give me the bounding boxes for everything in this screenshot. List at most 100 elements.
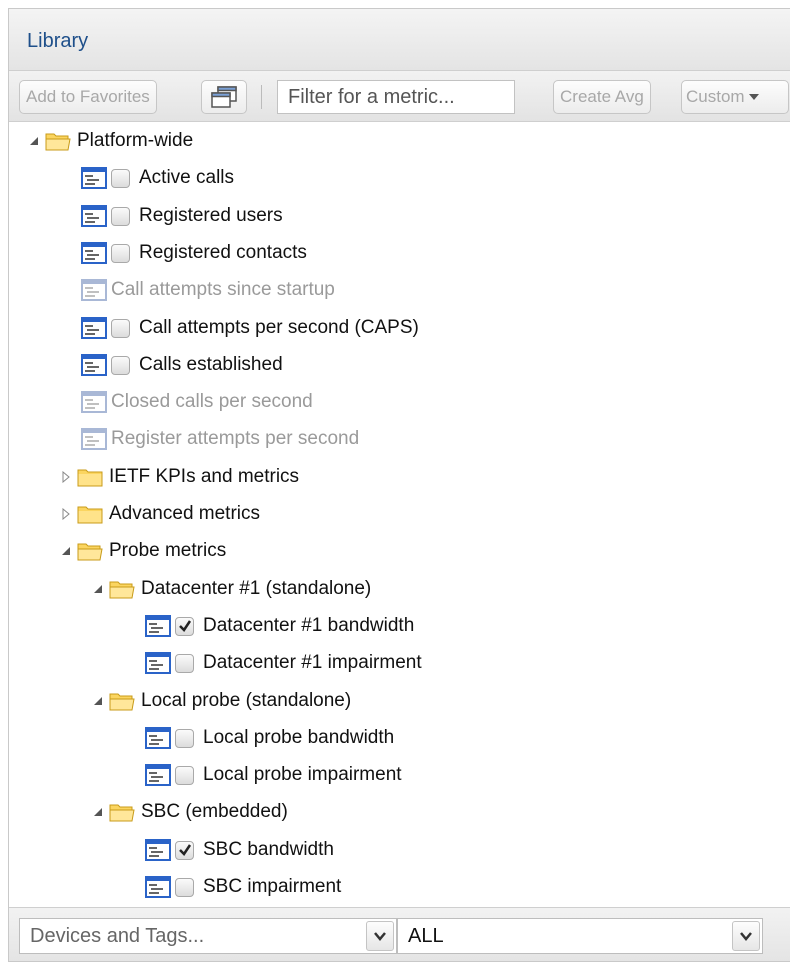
checked-checkbox[interactable] bbox=[175, 616, 194, 636]
tree-metric-node[interactable]: SBC bandwidth bbox=[145, 832, 334, 868]
caret-down-icon bbox=[748, 94, 759, 100]
checkmark-icon bbox=[178, 844, 191, 856]
tree-metric-node[interactable]: SBC impairment bbox=[145, 869, 341, 905]
metric-list-icon bbox=[81, 354, 107, 376]
metric-label: Active calls bbox=[139, 167, 235, 188]
tree-folder-node[interactable]: Advanced metrics bbox=[59, 496, 260, 532]
metric-label: Local probe bandwidth bbox=[203, 727, 395, 748]
metric-label: Register attempts per second bbox=[111, 428, 360, 449]
custom-button-label: Custom bbox=[686, 87, 745, 106]
checkbox[interactable] bbox=[175, 765, 194, 785]
folder-icon bbox=[77, 469, 103, 487]
checkbox[interactable] bbox=[111, 206, 130, 226]
metric-label: Local probe impairment bbox=[203, 764, 402, 785]
library-toolbar: Add to Favorites Create Avg Custom bbox=[9, 71, 790, 122]
collapsed-triangle-icon[interactable] bbox=[59, 507, 73, 521]
open-folder-icon bbox=[109, 804, 135, 822]
tree-folder-node[interactable]: Probe metrics bbox=[59, 533, 226, 569]
tree-folder-node[interactable]: Datacenter #1 (standalone) bbox=[91, 571, 371, 607]
folder-label: IETF KPIs and metrics bbox=[109, 466, 300, 487]
expanded-triangle-icon[interactable] bbox=[91, 694, 105, 708]
tree-metric-node[interactable]: Call attempts per second (CAPS) bbox=[81, 310, 419, 346]
metric-list-icon bbox=[145, 727, 171, 749]
metric-list-icon bbox=[145, 615, 171, 637]
metric-label: Registered users bbox=[139, 205, 283, 226]
tree-metric-node[interactable]: Registered users bbox=[81, 198, 283, 234]
checkbox[interactable] bbox=[111, 243, 130, 263]
custom-menu-button[interactable]: Custom bbox=[681, 80, 789, 114]
chevron-down-icon bbox=[740, 932, 752, 941]
metric-list-icon bbox=[145, 652, 171, 674]
metric-label: SBC impairment bbox=[203, 876, 342, 897]
tree-metric-node[interactable]: Calls established bbox=[81, 347, 283, 383]
checkbox[interactable] bbox=[111, 318, 130, 338]
checkmark-icon bbox=[178, 620, 191, 632]
metric-label: Datacenter #1 bandwidth bbox=[203, 615, 415, 636]
open-folder-icon bbox=[109, 581, 135, 599]
scope-value: ALL bbox=[408, 925, 444, 947]
folder-label: Advanced metrics bbox=[109, 503, 261, 524]
tree-folder-node[interactable]: IETF KPIs and metrics bbox=[59, 459, 299, 495]
scope-dropdown-button[interactable] bbox=[732, 921, 760, 951]
expanded-triangle-icon[interactable] bbox=[91, 805, 105, 819]
tree-metric-node[interactable]: Datacenter #1 bandwidth bbox=[145, 608, 414, 644]
chevron-down-icon bbox=[374, 932, 386, 941]
create-avg-button[interactable]: Create Avg bbox=[553, 80, 651, 114]
toolbar-separator bbox=[261, 85, 262, 109]
folder-label: Local probe (standalone) bbox=[141, 690, 352, 711]
metric-filter-input[interactable] bbox=[277, 80, 515, 114]
metric-list-icon bbox=[81, 428, 107, 450]
tree-metric-node[interactable]: Register attempts per second bbox=[81, 421, 359, 457]
expanded-triangle-icon[interactable] bbox=[59, 544, 73, 558]
tree-metric-node[interactable]: Registered contacts bbox=[81, 235, 307, 271]
tree-metric-node[interactable]: Local probe bandwidth bbox=[145, 720, 394, 756]
tree-folder-node[interactable]: Local probe (standalone) bbox=[91, 683, 351, 719]
scope-select[interactable]: ALL bbox=[397, 918, 763, 954]
checkbox[interactable] bbox=[111, 355, 130, 375]
open-folder-icon bbox=[77, 543, 103, 561]
collapsed-triangle-icon[interactable] bbox=[59, 470, 73, 484]
folder-label: SBC (embedded) bbox=[141, 801, 288, 822]
metric-list-icon bbox=[145, 839, 171, 861]
metric-label: SBC bandwidth bbox=[203, 839, 334, 860]
checkbox[interactable] bbox=[175, 653, 194, 673]
devices-tags-placeholder: Devices and Tags... bbox=[30, 925, 205, 947]
windows-icon bbox=[211, 86, 237, 108]
devices-dropdown-button[interactable] bbox=[366, 921, 394, 951]
metric-label: Registered contacts bbox=[139, 242, 307, 263]
folder-icon bbox=[77, 506, 103, 524]
folder-label: Datacenter #1 (standalone) bbox=[141, 578, 372, 599]
expanded-triangle-icon[interactable] bbox=[91, 582, 105, 596]
metric-label: Closed calls per second bbox=[111, 391, 313, 412]
library-panel: Library Add to Favorites Create Avg Cust… bbox=[8, 8, 790, 962]
multi-window-button[interactable] bbox=[201, 80, 247, 114]
tree-metric-node[interactable]: Datacenter #1 impairment bbox=[145, 645, 422, 681]
metric-list-icon bbox=[81, 167, 107, 189]
metric-list-icon bbox=[81, 242, 107, 264]
folder-label: Platform-wide bbox=[77, 130, 194, 151]
tree-folder-node[interactable]: Platform-wide bbox=[27, 123, 193, 159]
metric-label: Call attempts since startup bbox=[111, 279, 335, 300]
panel-header: Library bbox=[9, 9, 790, 71]
tree-metric-node[interactable]: Active calls bbox=[81, 160, 234, 196]
metric-list-icon bbox=[81, 317, 107, 339]
panel-title: Library bbox=[27, 30, 89, 52]
checked-checkbox[interactable] bbox=[175, 840, 194, 860]
metric-list-icon bbox=[145, 876, 171, 898]
metric-list-icon bbox=[81, 279, 107, 301]
devices-tags-combo[interactable]: Devices and Tags... bbox=[19, 918, 397, 954]
checkbox[interactable] bbox=[175, 728, 194, 748]
metric-list-icon bbox=[81, 205, 107, 227]
metric-list-icon bbox=[145, 764, 171, 786]
metric-label: Calls established bbox=[139, 354, 283, 375]
checkbox[interactable] bbox=[175, 877, 194, 897]
tree-metric-node[interactable]: Call attempts since startup bbox=[81, 272, 335, 308]
tree-metric-node[interactable]: Local probe impairment bbox=[145, 757, 402, 793]
metric-list-icon bbox=[81, 391, 107, 413]
expanded-triangle-icon[interactable] bbox=[27, 134, 41, 148]
add-to-favorites-button[interactable]: Add to Favorites bbox=[19, 80, 157, 114]
metric-label: Call attempts per second (CAPS) bbox=[139, 317, 419, 338]
tree-folder-node[interactable]: SBC (embedded) bbox=[91, 794, 288, 830]
checkbox[interactable] bbox=[111, 168, 130, 188]
tree-metric-node[interactable]: Closed calls per second bbox=[81, 384, 313, 420]
